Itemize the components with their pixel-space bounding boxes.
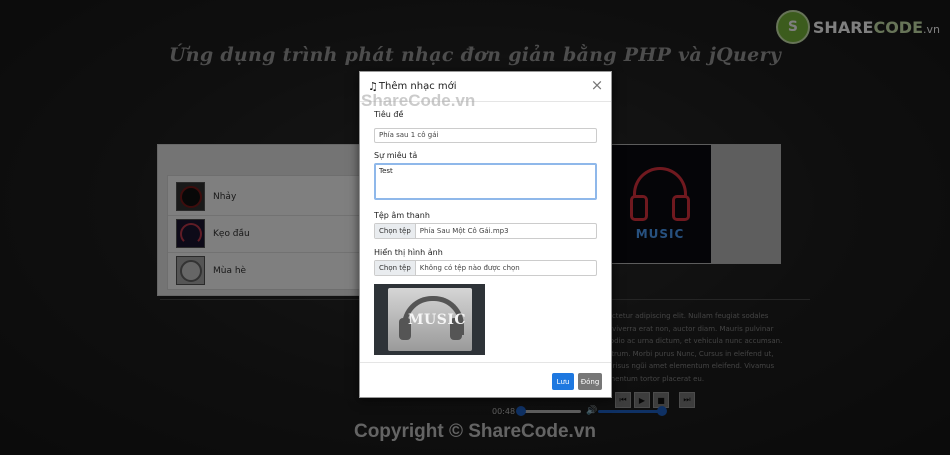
- description-label: Sự miêu tả: [374, 150, 418, 160]
- modal-header: ♫ Thêm nhạc mới × ShareCode.vn: [360, 72, 611, 110]
- close-button[interactable]: Đóng: [578, 373, 602, 390]
- image-file-label: Hiển thị hình ảnh: [374, 247, 443, 257]
- image-preview: MUSIC: [374, 283, 485, 355]
- watermark: ShareCode.vn: [361, 91, 476, 110]
- description-textarea[interactable]: Test: [374, 162, 597, 200]
- audio-file-name: Phía Sau Một Cô Gái.mp3: [419, 226, 509, 235]
- save-button[interactable]: Lưu: [552, 373, 574, 390]
- image-choose-button[interactable]: Chọn tệp: [375, 260, 416, 275]
- image-file-name: Không có tệp nào được chọn: [419, 263, 520, 272]
- audio-choose-button[interactable]: Chọn tệp: [375, 223, 416, 238]
- modal-footer: Lưu Đóng: [360, 362, 611, 398]
- image-file-input[interactable]: Chọn tệp Không có tệp nào được chọn: [374, 259, 597, 276]
- audio-file-label: Tệp âm thanh: [374, 210, 430, 220]
- close-icon[interactable]: ×: [590, 78, 604, 93]
- title-label: Tiêu đề: [374, 110, 404, 119]
- preview-text: MUSIC: [408, 311, 467, 328]
- add-music-modal: ♫ Thêm nhạc mới × ShareCode.vn Tiêu đề S…: [359, 71, 612, 398]
- modal-body: Tiêu đề Sự miêu tả Test Tệp âm thanh Chọ…: [374, 110, 597, 355]
- title-input[interactable]: [374, 127, 597, 143]
- audio-file-input[interactable]: Chọn tệp Phía Sau Một Cô Gái.mp3: [374, 222, 597, 239]
